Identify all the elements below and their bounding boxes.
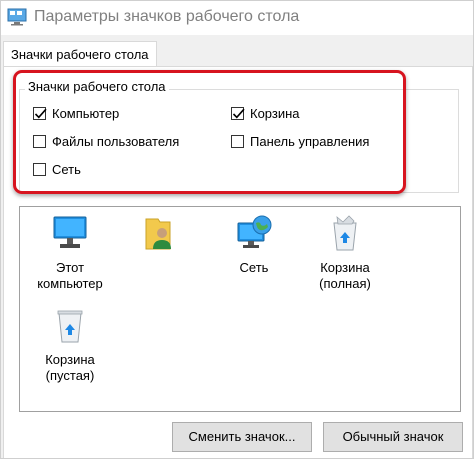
icon-label-line2: (пустая) <box>45 368 95 383</box>
icon-label-line1: Сеть <box>239 260 269 275</box>
icon-label-line2: (полная) <box>319 276 371 291</box>
window-title: Параметры значков рабочего стола <box>34 8 300 25</box>
icon-label-line1: Корзина <box>320 260 370 275</box>
title-bar[interactable]: Параметры значков рабочего стола <box>1 1 473 35</box>
icon-item-user-files[interactable] <box>116 213 200 260</box>
icon-item-computer[interactable]: Этот компьютер <box>28 213 112 292</box>
icon-item-recycle-bin-empty[interactable]: Корзина (пустая) <box>28 305 112 384</box>
icon-item-network[interactable]: Сеть <box>212 213 296 276</box>
computer-icon <box>53 216 87 248</box>
desktop-settings-icon <box>7 8 27 26</box>
icon-label-line2: компьютер <box>37 276 103 291</box>
tab-desktop-icons[interactable]: Значки рабочего стола <box>3 41 157 67</box>
icon-label-line1: Корзина <box>45 352 95 367</box>
red-highlight-frame <box>13 70 406 194</box>
icon-item-recycle-bin-full[interactable]: Корзина (полная) <box>303 213 387 292</box>
default-icon-button[interactable]: Обычный значок <box>323 422 463 452</box>
network-icon <box>237 215 272 248</box>
user-folder-icon <box>145 218 171 250</box>
desktop-icon-settings-window: Параметры значков рабочего стола Значки … <box>0 0 474 459</box>
icon-label-line1: Этот <box>55 260 85 275</box>
change-icon-button[interactable]: Сменить значок... <box>172 422 312 452</box>
icon-list[interactable]: Этот компьютер Сеть Корзина (полная) Кор… <box>19 206 461 412</box>
recycle-bin-full-icon <box>333 215 357 251</box>
recycle-bin-empty-icon <box>57 310 83 343</box>
